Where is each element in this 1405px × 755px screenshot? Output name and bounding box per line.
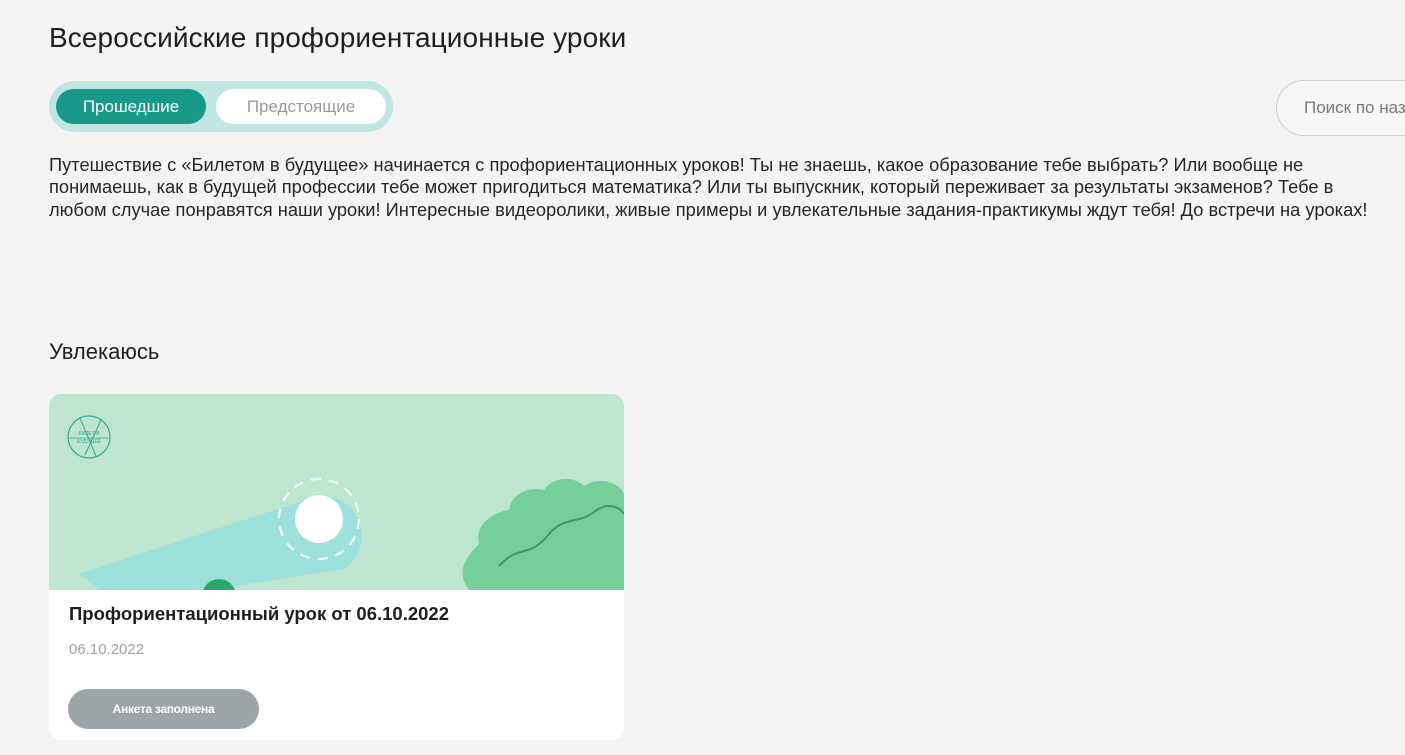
page: Всероссийские профориентационные уроки П… — [0, 0, 1405, 755]
svg-text:БИЛЕТ В: БИЛЕТ В — [78, 431, 100, 437]
lesson-card-title: Профориентационный урок от 06.10.2022 — [69, 603, 450, 624]
lesson-card-banner: БИЛЕТ В БУДУЩЕЕ — [49, 394, 624, 590]
tab-upcoming[interactable]: Предстоящие — [216, 89, 386, 124]
lessons-tabs: Прошедшие Предстоящие — [49, 81, 393, 132]
svg-text:БУДУЩЕЕ: БУДУЩЕЕ — [77, 439, 102, 445]
survey-status-badge: Анкета заполнена — [68, 689, 259, 729]
section-title: Увлекаюсь — [49, 339, 160, 364]
lesson-card-date: 06.10.2022 — [69, 641, 145, 658]
tab-past[interactable]: Прошедшие — [56, 89, 206, 124]
intro-text: Путешествие с «Билетом в будущее» начина… — [49, 154, 1368, 220]
lesson-card[interactable]: БИЛЕТ В БУДУЩЕЕ Профориентационный урок … — [49, 394, 624, 740]
search-input[interactable] — [1276, 80, 1405, 136]
page-title: Всероссийские профориентационные уроки — [49, 22, 627, 53]
